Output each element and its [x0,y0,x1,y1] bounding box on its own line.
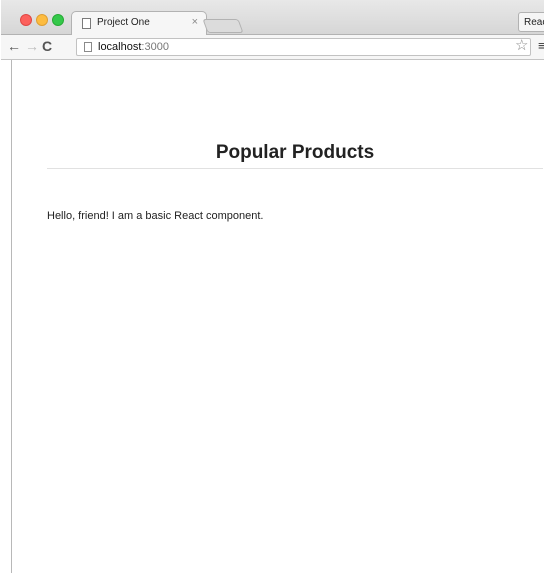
page-heading: Popular Products [47,142,543,169]
back-arrow-icon[interactable]: ← [7,38,21,54]
tab-project-one[interactable]: Project One × [71,11,207,35]
maximize-window-button[interactable] [52,14,64,26]
browser-window: Project One × Reac ← → C localhost:3000 … [1,0,544,573]
address-bar[interactable]: localhost:3000 [76,38,531,56]
tab-strip: Project One × Reac [1,0,544,35]
address-port: :3000 [141,41,169,53]
page-content: Popular Products Hello, friend! I am a b… [37,60,544,573]
minimize-window-button[interactable] [36,14,48,26]
menu-icon[interactable]: ≡ [538,38,544,53]
address-text: localhost:3000 [98,41,169,53]
bookmark-star-icon[interactable]: ☆ [515,36,528,54]
close-window-button[interactable] [20,14,32,26]
new-tab-button[interactable] [202,19,244,33]
component-text: Hello, friend! I am a basic React compon… [47,210,264,222]
tab-close-icon[interactable]: × [192,16,198,28]
tab-title: Project One [97,17,150,28]
browser-toolbar: ← → C localhost:3000 ☆ ≡ [1,35,544,60]
desktop-background [0,0,11,573]
page-icon [82,18,91,29]
extension-button[interactable]: Reac [518,12,544,32]
reload-icon[interactable]: C [42,38,52,54]
page-icon [84,42,92,52]
forward-arrow-icon[interactable]: → [25,38,39,54]
address-host: localhost [98,41,142,53]
